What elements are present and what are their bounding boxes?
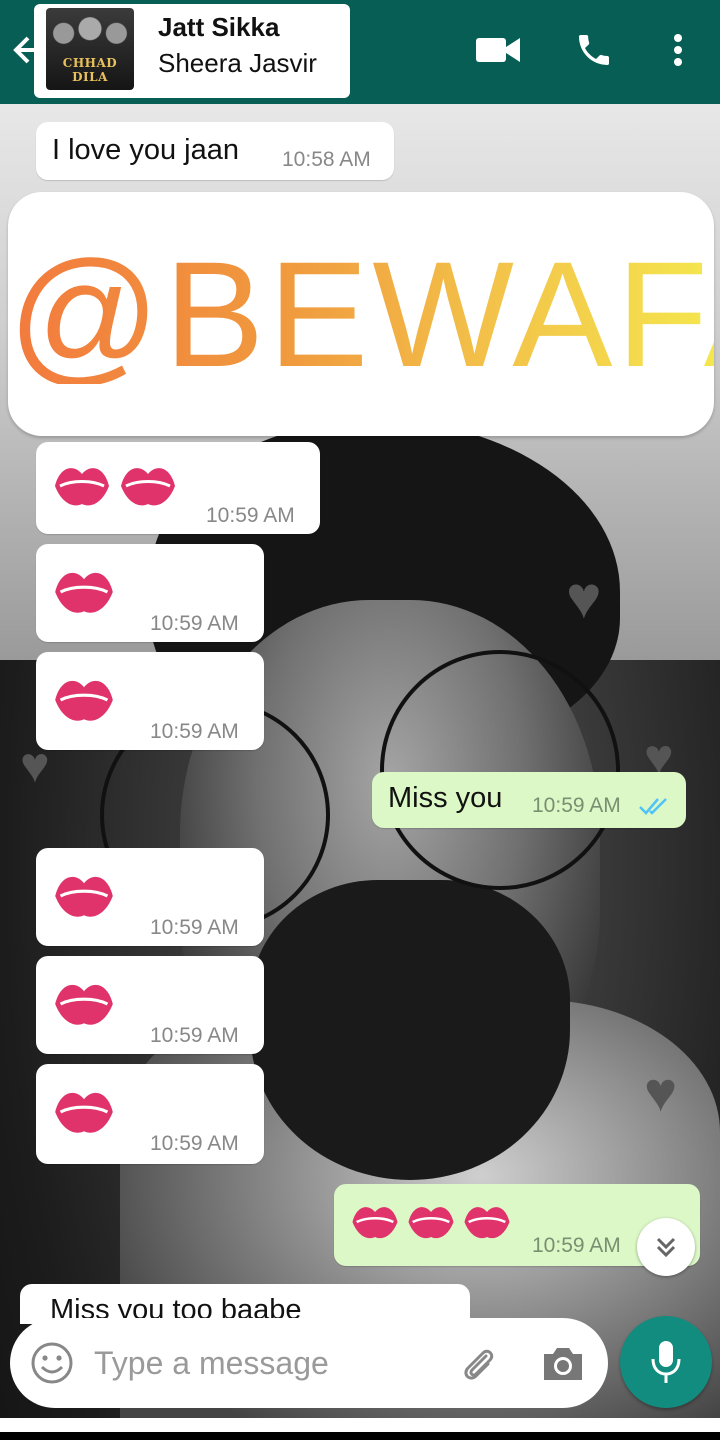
more-vert-icon[interactable] <box>664 28 692 72</box>
message-time: 10:59 AM <box>150 1132 239 1155</box>
heart-sticker-icon: ♥ <box>644 1060 678 1123</box>
screen: ♥ ♥ ♥ ♥ CHHAD DILA Jatt Sikka Sheera Jas… <box>0 0 720 1440</box>
message-incoming[interactable]: 10:59 AM <box>36 956 264 1054</box>
kiss-emoji-group <box>52 564 116 620</box>
chevron-double-down-icon <box>656 1237 676 1258</box>
kiss-emoji-group <box>52 1084 116 1140</box>
kiss-mark-icon <box>408 1207 454 1239</box>
phone-icon[interactable] <box>570 28 618 72</box>
message-time: 10:58 AM <box>282 148 371 171</box>
message-incoming[interactable]: 10:59 AM <box>36 848 264 946</box>
kiss-mark-icon <box>121 468 175 506</box>
album-art-faces <box>46 8 134 54</box>
album-art-image: CHHAD DILA <box>46 8 134 90</box>
message-input[interactable] <box>94 1340 434 1386</box>
emoji-icon[interactable] <box>30 1341 74 1385</box>
read-receipt-icon <box>639 798 667 815</box>
message-time: 10:59 AM <box>532 794 621 817</box>
scroll-to-bottom-button[interactable] <box>637 1218 695 1276</box>
song-artist: Sheera Jasvir <box>158 48 317 78</box>
message-incoming[interactable]: 10:59 AM <box>36 652 264 750</box>
bottom-edge <box>0 1432 720 1440</box>
kiss-emoji-group <box>52 672 116 728</box>
message-outgoing[interactable]: Miss you 10:59 AM <box>372 772 686 828</box>
message-time: 10:59 AM <box>532 1234 621 1257</box>
kiss-emoji-group <box>350 1200 512 1244</box>
video-call-icon[interactable] <box>474 28 522 72</box>
kiss-emoji-group <box>52 976 116 1032</box>
song-title: Jatt Sikka <box>158 12 280 42</box>
kiss-mark-icon <box>55 876 113 917</box>
kiss-mark-icon <box>55 572 113 613</box>
mic-icon <box>651 1341 681 1383</box>
message-incoming[interactable]: 10:59 AM <box>36 442 320 534</box>
kiss-mark-icon <box>55 1092 113 1133</box>
message-incoming[interactable]: I love you jaan 10:58 AM <box>36 122 394 180</box>
wallpaper-glasses-right <box>380 650 620 890</box>
wallpaper-beard <box>250 880 570 1180</box>
bewafa-banner: @BEWAFA <box>8 192 720 436</box>
message-time: 10:59 AM <box>150 1024 239 1047</box>
message-text: I love you jaan <box>52 134 240 166</box>
message-time: 10:59 AM <box>150 720 239 743</box>
message-time: 10:59 AM <box>150 612 239 635</box>
mic-button[interactable] <box>620 1316 712 1408</box>
message-incoming[interactable]: 10:59 AM <box>36 1064 264 1164</box>
banner-text: @BEWAFA <box>8 239 720 389</box>
message-time: 10:59 AM <box>206 504 295 527</box>
kiss-emoji-group <box>52 460 178 512</box>
kiss-mark-icon <box>55 468 109 506</box>
kiss-mark-icon <box>352 1207 398 1239</box>
chat-header: CHHAD DILA Jatt Sikka Sheera Jasvir <box>0 0 720 104</box>
kiss-mark-icon <box>464 1207 510 1239</box>
message-composer <box>10 1318 608 1408</box>
kiss-mark-icon <box>55 984 113 1025</box>
attach-icon[interactable] <box>456 1342 500 1386</box>
message-time: 10:59 AM <box>150 916 239 939</box>
heart-sticker-icon: ♥ <box>566 564 602 631</box>
kiss-mark-icon <box>55 680 113 721</box>
music-sticker-card[interactable]: CHHAD DILA Jatt Sikka Sheera Jasvir <box>34 4 350 98</box>
message-text: Miss you <box>388 782 503 814</box>
album-logo: CHHAD DILA <box>62 56 118 84</box>
camera-icon[interactable] <box>540 1344 586 1384</box>
message-incoming[interactable]: 10:59 AM <box>36 544 264 642</box>
kiss-emoji-group <box>52 868 116 924</box>
